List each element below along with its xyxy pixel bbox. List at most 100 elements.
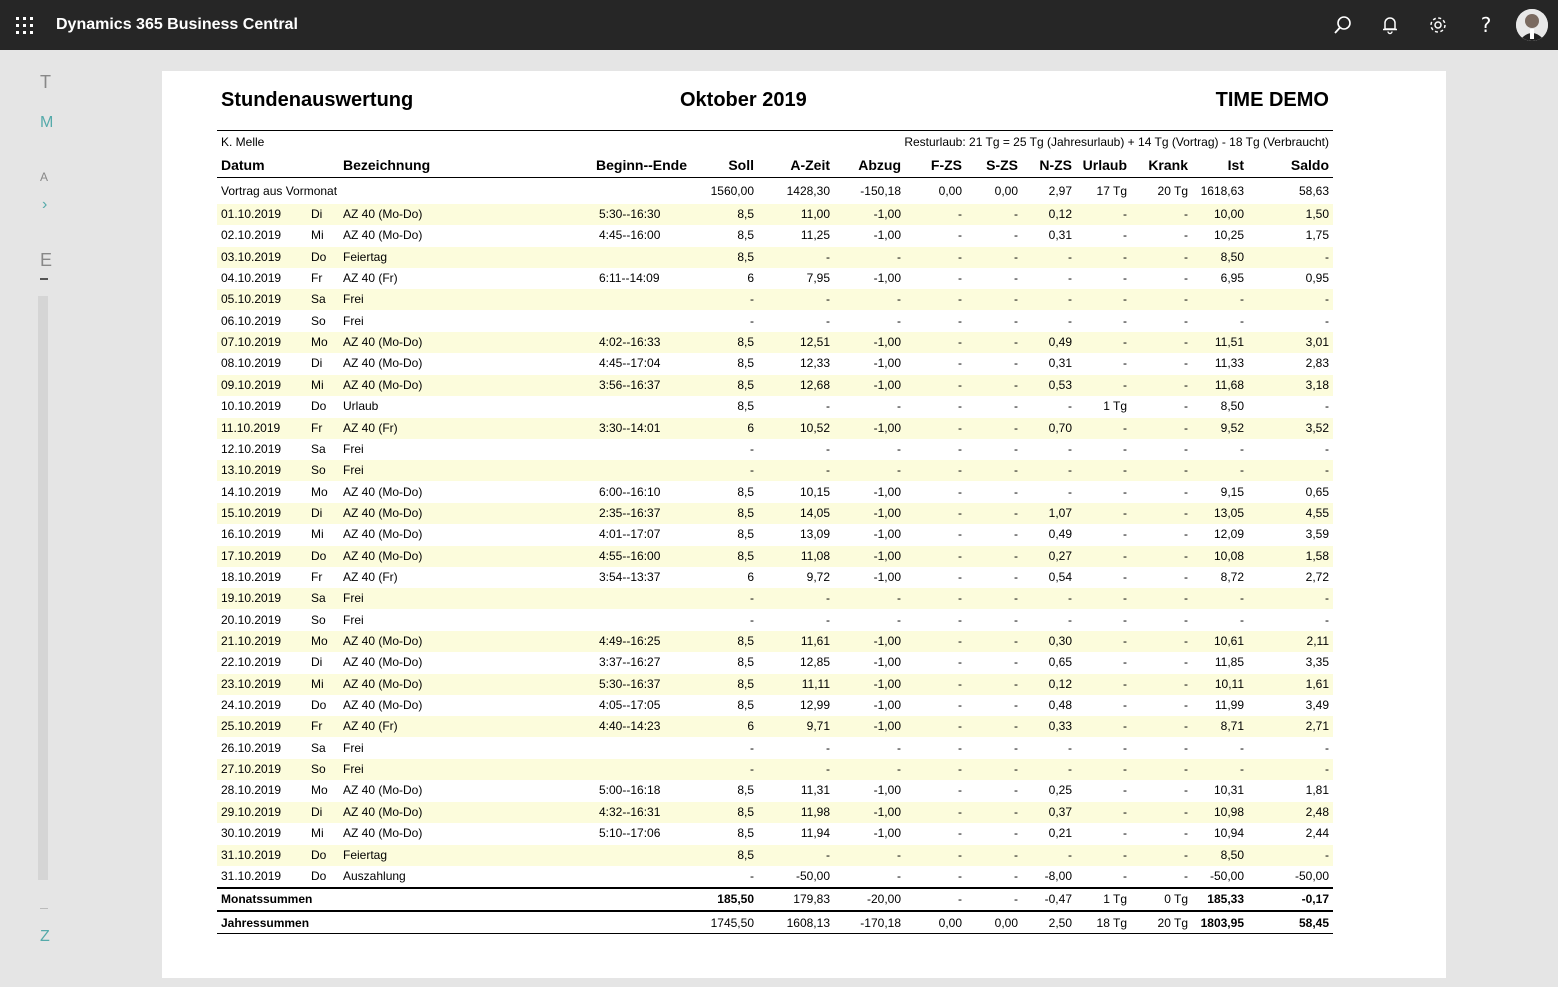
avatar[interactable]: [1516, 9, 1548, 41]
ist-cell: -: [1240, 313, 1244, 328]
abzug-cell: -: [897, 591, 901, 606]
abzug-cell: -1,00: [873, 783, 901, 798]
szs-cell: -: [1014, 847, 1018, 862]
soll-cell: 8,5: [737, 655, 754, 670]
weekday-cell: Do: [311, 698, 327, 713]
urlaub-cell: -: [1123, 420, 1127, 435]
month-total-value: 185,50: [717, 892, 754, 906]
weekday-cell: So: [311, 612, 326, 627]
krank-cell: -: [1184, 826, 1188, 841]
table-row: 19.10.2019 Sa Frei - - - - - - - - - -: [217, 588, 1333, 610]
help-icon[interactable]: ?: [1474, 13, 1498, 37]
urlaub-cell: -: [1123, 207, 1127, 221]
weekday-cell: Mo: [311, 484, 328, 499]
table-row: 02.10.2019 Mi AZ 40 (Mo-Do) 4:45--16:00 8,5 1…: [217, 225, 1333, 246]
description-cell: AZ 40 (Fr): [343, 420, 398, 435]
szs-cell: -: [1014, 463, 1018, 478]
description-cell: AZ 40 (Mo-Do): [343, 527, 423, 542]
krank-cell: -: [1184, 698, 1188, 713]
app-title[interactable]: Dynamics 365 Business Central: [56, 16, 298, 34]
date-cell: 26.10.2019: [221, 740, 282, 755]
krank-cell: -: [1184, 207, 1188, 221]
table-row: 09.10.2019 Mi AZ 40 (Mo-Do) 3:56--16:37 8,5 1…: [217, 374, 1333, 396]
nzs-cell: 0,12: [1048, 207, 1072, 221]
date-cell: 28.10.2019: [221, 783, 282, 798]
szs-cell: -: [1014, 207, 1018, 221]
saldo-cell: -50,00: [1294, 868, 1329, 883]
azeit-cell: 12,33: [799, 356, 830, 371]
ist-cell: -: [1240, 762, 1244, 777]
abzug-cell: -: [897, 463, 901, 478]
time-range-cell: 3:56--16:37: [599, 377, 661, 392]
szs-cell: -: [1014, 527, 1018, 542]
urlaub-cell: -: [1123, 313, 1127, 328]
table-row: 12.10.2019 Sa Frei - - - - - - - - - -: [217, 439, 1333, 460]
urlaub-cell: -: [1123, 762, 1127, 777]
date-cell: 27.10.2019: [221, 762, 282, 777]
soll-cell: 6: [747, 271, 754, 286]
description-cell: Frei: [343, 762, 364, 777]
fzs-cell: -: [958, 612, 962, 627]
search-icon[interactable]: [1331, 13, 1355, 37]
year-total-value: 0,00: [938, 916, 962, 930]
soll-cell: 8,5: [737, 634, 754, 648]
saldo-cell: 2,72: [1305, 569, 1329, 584]
krank-cell: -: [1184, 228, 1188, 243]
azeit-cell: -: [826, 399, 830, 414]
date-cell: 03.10.2019: [221, 249, 282, 264]
weekday-cell: Di: [311, 505, 323, 520]
soll-cell: 8,5: [737, 207, 754, 221]
bell-icon[interactable]: [1378, 13, 1402, 37]
urlaub-cell: -: [1123, 655, 1127, 670]
table-row: 05.10.2019 Sa Frei - - - - - - - - - -: [217, 289, 1333, 311]
saldo-cell: 3,59: [1305, 527, 1329, 542]
column-header: F-ZS: [930, 157, 962, 173]
soll-cell: -: [750, 868, 754, 883]
date-cell: 19.10.2019: [221, 591, 282, 606]
month-total-value: -20,00: [866, 892, 901, 906]
saldo-cell: 2,11: [1306, 634, 1329, 648]
szs-cell: -: [1014, 783, 1018, 798]
fzs-cell: -: [958, 804, 962, 819]
soll-cell: 8,5: [737, 548, 754, 563]
table-row: 20.10.2019 So Frei - - - - - - - - - -: [217, 610, 1333, 631]
szs-cell: -: [1014, 313, 1018, 328]
table-row: 13.10.2019 So Frei - - - - - - - - - -: [217, 460, 1333, 482]
date-cell: 14.10.2019: [221, 484, 282, 499]
nzs-cell: 0,30: [1048, 634, 1072, 648]
abzug-cell: -1,00: [873, 548, 901, 563]
ist-cell: 8,72: [1220, 569, 1244, 584]
date-cell: 25.10.2019: [221, 719, 282, 734]
azeit-cell: -: [826, 313, 830, 328]
fzs-cell: -: [958, 228, 962, 243]
gear-icon[interactable]: [1426, 13, 1450, 37]
nzs-cell: -: [1068, 612, 1072, 627]
time-range-cell: 4:45--16:00: [599, 228, 661, 243]
azeit-cell: 9,72: [806, 569, 830, 584]
urlaub-cell: -: [1123, 612, 1127, 627]
column-header: Beginn--Ende: [596, 157, 687, 173]
time-range-cell: 4:02--16:33: [599, 335, 661, 350]
szs-cell: -: [1014, 271, 1018, 286]
background-divider: [40, 278, 48, 280]
weekday-cell: Sa: [311, 292, 326, 307]
weekday-cell: Fr: [311, 719, 323, 734]
time-range-cell: 4:40--14:23: [599, 719, 661, 734]
soll-cell: 8,5: [737, 228, 754, 243]
krank-cell: -: [1184, 399, 1188, 414]
ist-cell: 13,05: [1213, 505, 1244, 520]
weekday-cell: Mi: [311, 676, 324, 691]
ist-cell: 10,61: [1213, 634, 1244, 648]
abzug-cell: -1,00: [873, 804, 901, 819]
azeit-cell: 10,15: [799, 484, 830, 499]
waffle-icon[interactable]: [14, 15, 34, 35]
year-total-value: -170,18: [860, 916, 901, 930]
saldo-cell: 1,61: [1305, 676, 1329, 691]
column-header: Bezeichnung: [343, 157, 431, 173]
column-header: Datum: [221, 157, 265, 173]
urlaub-cell: -: [1123, 804, 1127, 819]
carry-value: -150,18: [860, 184, 901, 198]
table-row: 30.10.2019 Mi AZ 40 (Mo-Do) 5:10--17:06 8,5 1…: [217, 823, 1333, 844]
azeit-cell: -: [826, 847, 830, 862]
date-cell: 16.10.2019: [221, 527, 282, 542]
